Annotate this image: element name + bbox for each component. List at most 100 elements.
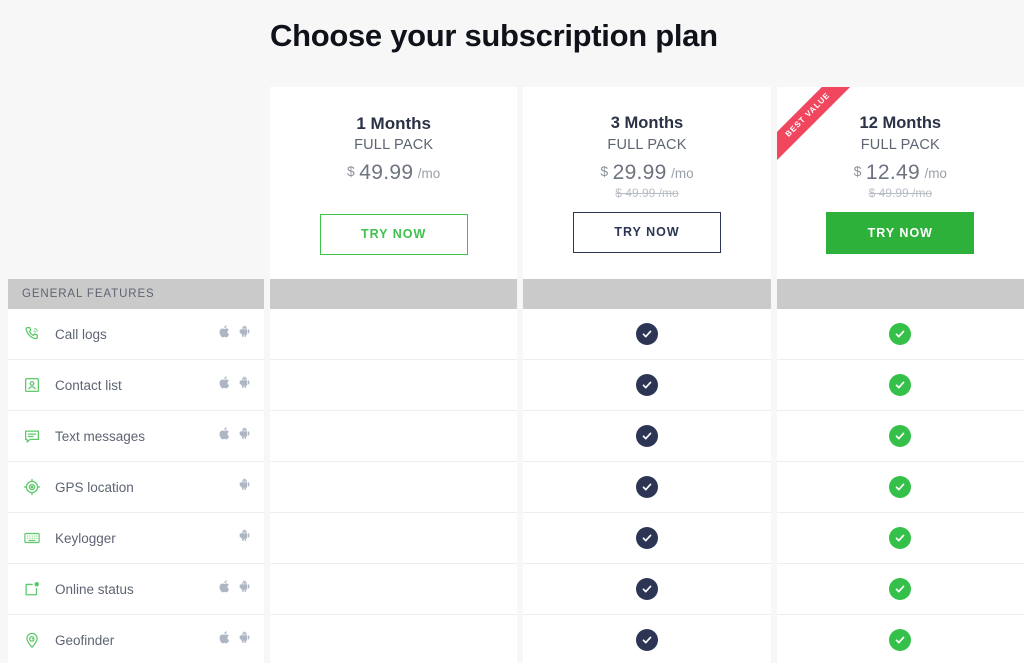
platform-icons: [206, 631, 250, 649]
feature-availability-cells: [270, 360, 1024, 411]
feature-availability-cells: [270, 615, 1024, 663]
plan-name: 1 Months: [356, 114, 431, 133]
feature-row: Contact list: [0, 360, 1024, 411]
feature-cell-plan-2: [523, 462, 771, 513]
android-platform-icon: [239, 631, 250, 649]
check-icon: [635, 476, 658, 498]
phone-call-icon: [22, 324, 42, 344]
platform-icons: [206, 478, 250, 496]
section-header-cell: [270, 279, 518, 309]
feature-row: Keylogger: [0, 513, 1024, 564]
feature-cell-plan-2: [523, 615, 771, 663]
feature-cell-plan-1: [270, 513, 518, 564]
android-platform-icon: [239, 427, 250, 445]
feature-row: GPS location: [0, 462, 1024, 513]
check-icon: [635, 527, 658, 549]
feature-label-cell: Call logs: [8, 309, 264, 360]
check-icon: [889, 527, 912, 549]
plan-old-price: $ 49.99 /mo: [615, 185, 679, 200]
feature-cell-plan-3: [776, 462, 1024, 513]
check-icon: [889, 476, 912, 498]
platform-icons: [206, 529, 250, 547]
feature-comparison-table: Call logs Contact list Text messages GPS lo…: [0, 309, 1024, 663]
platform-icons: [206, 376, 250, 394]
plan-name: 12 Months: [859, 114, 942, 132]
plan-price: $ 29.99 /mo: [523, 162, 770, 183]
feature-row: Call logs: [0, 309, 1024, 360]
geofinder-pin-icon: [22, 630, 42, 650]
feature-row: Geofinder: [0, 615, 1024, 663]
feature-label: Text messages: [55, 428, 146, 444]
feature-cell-plan-2: [523, 513, 771, 564]
feature-cell-plan-1: [270, 462, 518, 513]
try-now-button[interactable]: TRY NOW: [826, 211, 975, 254]
feature-cell-plan-2: [523, 411, 771, 462]
feature-cell-plan-2: [523, 360, 771, 411]
feature-label: Contact list: [55, 377, 122, 393]
platform-icons: [206, 325, 250, 343]
feature-label: Online status: [55, 581, 134, 597]
feature-label-cell: GPS location: [8, 462, 264, 513]
price-period: /mo: [671, 165, 694, 181]
feature-cell-plan-3: [776, 513, 1024, 564]
feature-label: Call logs: [55, 326, 107, 342]
feature-label-cell: Geofinder: [8, 615, 264, 663]
price-currency: $: [853, 162, 862, 179]
feature-availability-cells: [270, 564, 1024, 615]
section-header-cell: [776, 279, 1024, 309]
android-platform-icon: [239, 478, 250, 496]
feature-row: Online status: [0, 564, 1024, 615]
plan-card-3: BEST VALUE 12 Months FULL PACK $ 12.49 /mo $…: [776, 87, 1024, 279]
feature-cell-plan-3: [776, 615, 1024, 663]
check-icon: [635, 374, 658, 396]
android-platform-icon: [239, 376, 250, 394]
feature-label-cell: Contact list: [8, 360, 264, 411]
feature-cell-plan-1: [270, 411, 518, 462]
feature-cell-plan-1: [270, 360, 518, 411]
price-currency: $: [347, 163, 355, 180]
plan-old-price: $ 49.99 /mo: [868, 185, 932, 200]
page-title: Choose your subscription plan: [270, 18, 718, 53]
online-status-icon: [22, 579, 42, 599]
try-now-button[interactable]: TRY NOW: [572, 211, 721, 253]
price-period: /mo: [924, 165, 947, 181]
check-icon: [889, 425, 912, 447]
check-icon: [635, 578, 658, 600]
feature-cell-plan-3: [776, 411, 1024, 462]
plan-price: $ 49.99 /mo: [270, 162, 517, 183]
plan-price: $ 12.49 /mo: [777, 162, 1024, 183]
apple-platform-icon: [219, 631, 230, 649]
feature-cell-plan-2: [523, 309, 771, 360]
feature-label-cell: Online status: [8, 564, 264, 615]
price-period: /mo: [417, 166, 441, 182]
feature-cell-plan-3: [776, 309, 1024, 360]
android-platform-icon: [239, 325, 250, 343]
plan-card-2: 3 Months FULL PACK $ 29.99 /mo $ 49.99 /mo T…: [523, 87, 771, 279]
keyboard-icon: [22, 528, 42, 548]
apple-platform-icon: [219, 580, 230, 598]
check-icon: [889, 629, 912, 651]
apple-platform-icon: [219, 325, 230, 343]
section-header-row: GENERAL FEATURES: [0, 279, 1024, 309]
android-platform-icon: [239, 580, 250, 598]
try-now-button[interactable]: TRY NOW: [319, 214, 468, 256]
check-icon: [889, 323, 912, 345]
contact-card-icon: [22, 375, 42, 395]
plan-card-1: 1 Months FULL PACK $ 49.99 /mo TRY NOW: [270, 87, 518, 279]
plan-subtitle: FULL PACK: [607, 136, 687, 153]
price-amount: 49.99: [359, 161, 414, 185]
price-amount: 29.99: [612, 160, 667, 184]
feature-cell-plan-1: [270, 309, 518, 360]
feature-row: Text messages: [0, 411, 1024, 462]
check-icon: [889, 578, 912, 600]
plan-name: 3 Months: [610, 114, 684, 132]
pricing-plans: 1 Months FULL PACK $ 49.99 /mo TRY NOW 3 Mon…: [270, 87, 1024, 279]
apple-platform-icon: [219, 427, 230, 445]
feature-cell-plan-1: [270, 615, 518, 663]
feature-label: Geofinder: [55, 632, 115, 648]
feature-label-cell: Text messages: [8, 411, 264, 462]
message-bubble-icon: [22, 426, 42, 446]
check-icon: [635, 425, 658, 447]
check-icon: [889, 374, 912, 396]
platform-icons: [206, 427, 250, 445]
